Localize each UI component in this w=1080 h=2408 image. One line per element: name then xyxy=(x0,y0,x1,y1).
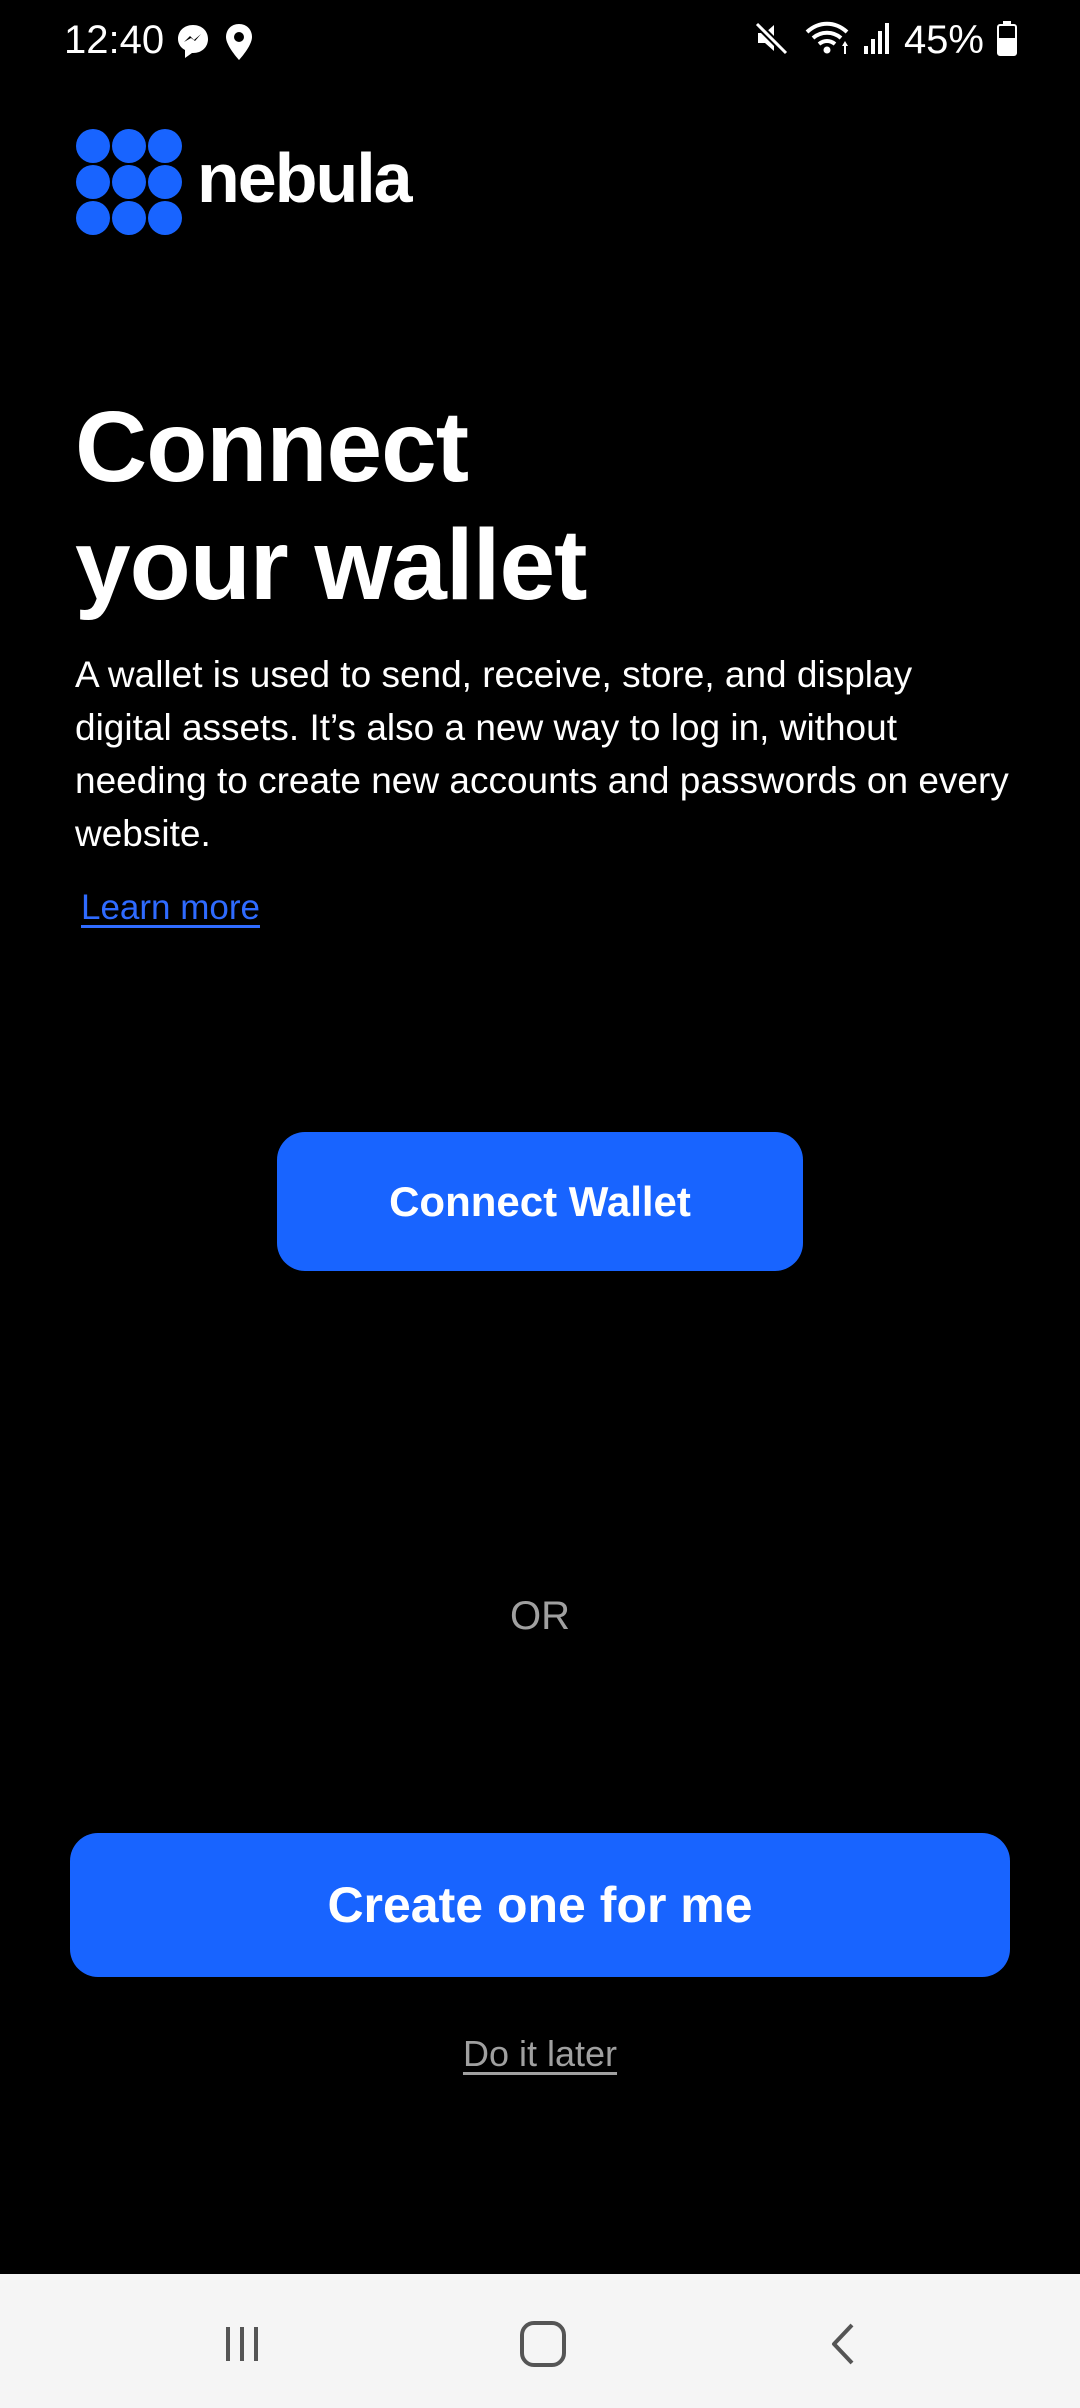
mute-icon xyxy=(752,18,792,63)
system-nav-bar xyxy=(0,2274,1080,2408)
messenger-icon xyxy=(175,22,211,67)
page-title-line2: your wallet xyxy=(75,509,587,621)
status-time: 12:40 xyxy=(64,18,165,62)
recent-apps-icon xyxy=(226,2327,258,2361)
home-icon xyxy=(520,2321,566,2367)
battery-percentage: 45% xyxy=(903,18,984,62)
wifi-icon xyxy=(804,18,850,63)
status-bar: 12:40 45% xyxy=(0,0,1080,84)
connect-wallet-button[interactable]: Connect Wallet xyxy=(277,1132,803,1271)
back-button[interactable] xyxy=(805,2304,885,2384)
status-right-icons: 45% xyxy=(752,18,1018,63)
page-title-line1: Connect xyxy=(75,391,469,503)
do-it-later-container: Do it later xyxy=(0,2033,1080,2075)
or-separator: OR xyxy=(510,1594,570,1638)
brand-name: nebula xyxy=(197,139,413,217)
brand-logo: nebula xyxy=(75,128,413,236)
battery-icon xyxy=(996,18,1018,63)
wallet-description: A wallet is used to send, receive, store… xyxy=(75,654,1009,854)
learn-more-link[interactable]: Learn more xyxy=(81,888,260,928)
location-icon xyxy=(223,22,255,67)
do-it-later-link[interactable]: Do it later xyxy=(463,2033,617,2074)
status-left-icons xyxy=(175,22,255,67)
home-button[interactable] xyxy=(503,2304,583,2384)
create-wallet-button[interactable]: Create one for me xyxy=(70,1833,1010,1977)
recent-apps-button[interactable] xyxy=(202,2304,282,2384)
signal-icon xyxy=(862,18,892,63)
nine-dot-grid-icon xyxy=(76,129,182,235)
page-title: Connect your wallet xyxy=(75,388,975,624)
back-icon xyxy=(832,2323,854,2365)
